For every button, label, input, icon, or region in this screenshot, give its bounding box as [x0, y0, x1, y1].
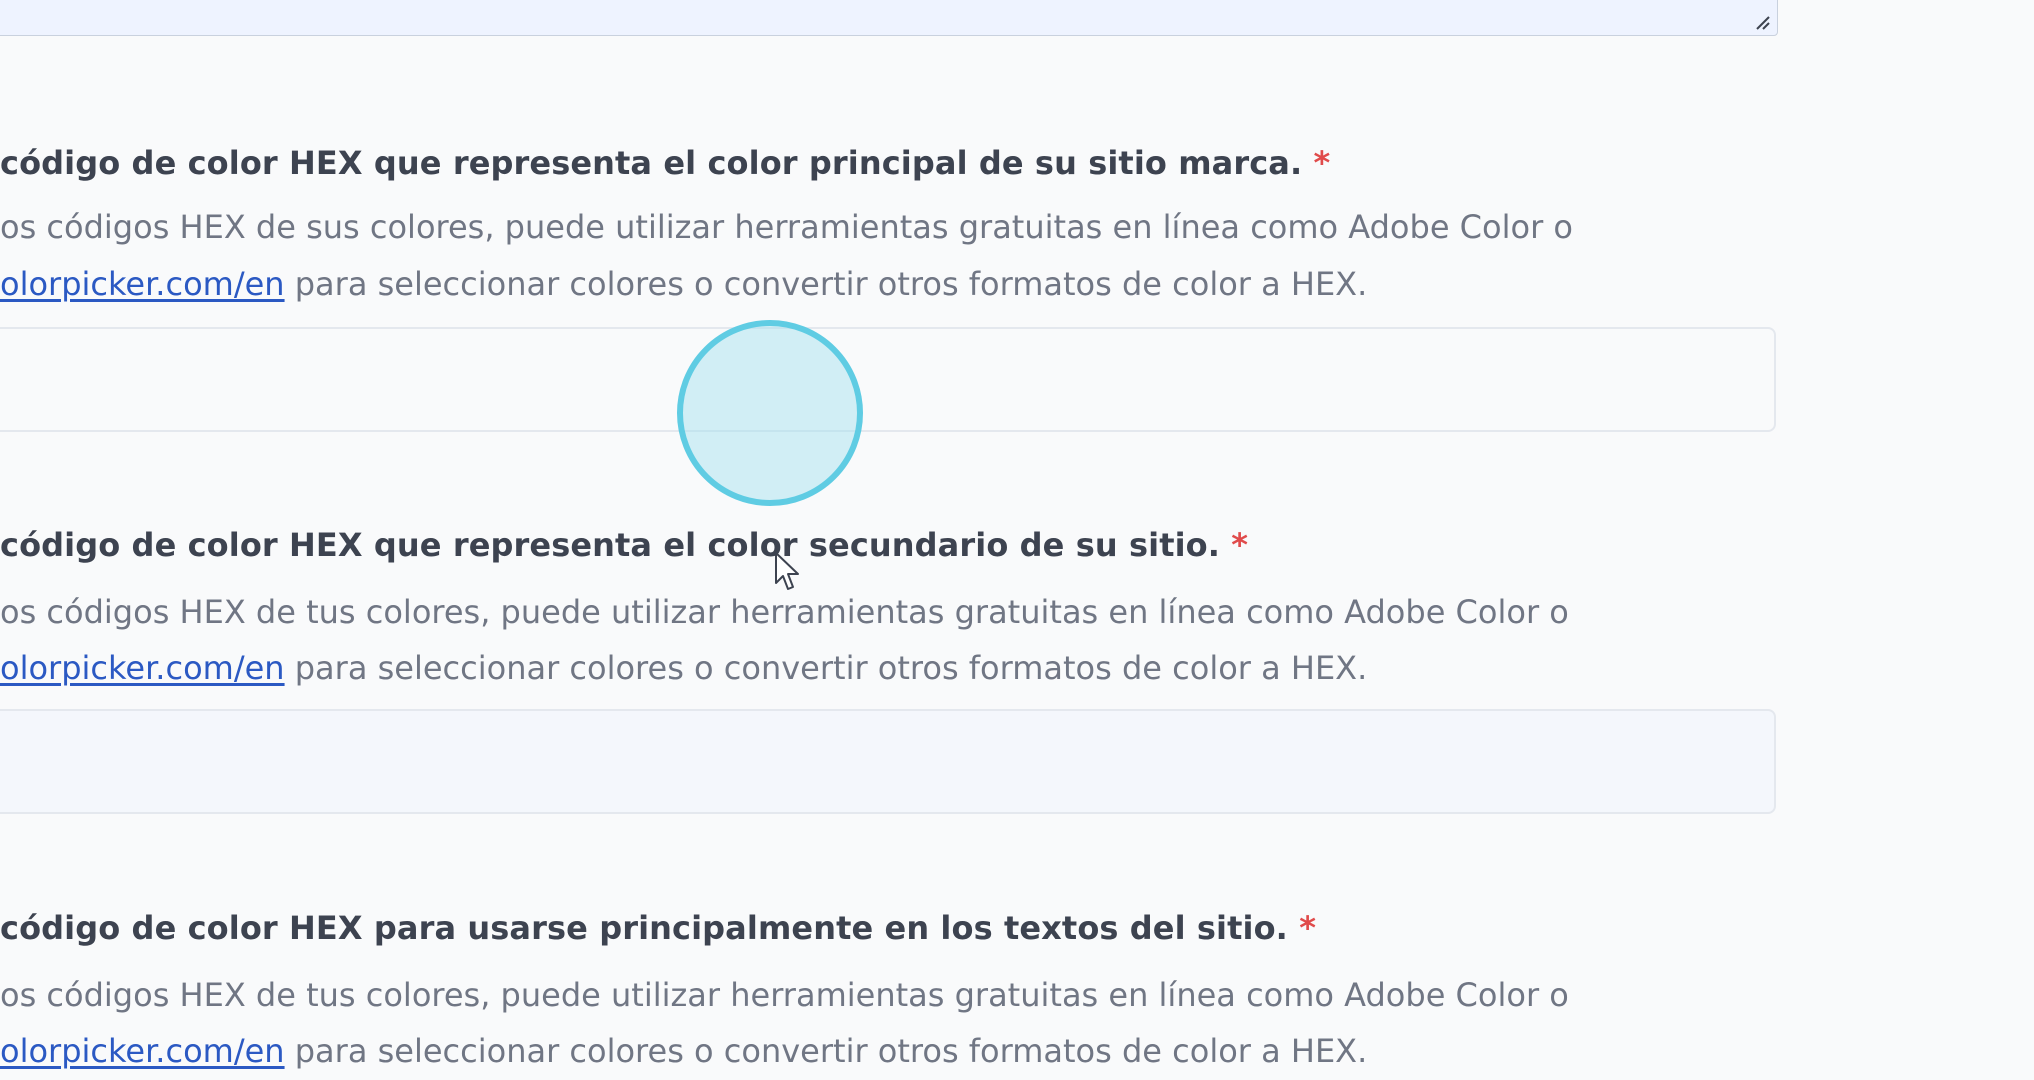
question-label: código de color HEX para usarse principa… [0, 909, 1316, 947]
question-label: código de color HEX que representa el co… [0, 144, 1330, 182]
helper-text-line2: olorpicker.com/en para seleccionar color… [0, 649, 1367, 687]
helper-text-line2: olorpicker.com/en para seleccionar color… [0, 265, 1367, 303]
question-text: código de color HEX para usarse principa… [0, 909, 1288, 947]
helper-text-rest: para seleccionar colores o convertir otr… [284, 265, 1368, 303]
click-indicator-icon [677, 320, 863, 506]
resize-grip-icon[interactable] [1753, 13, 1771, 31]
question-text: código de color HEX que representa el co… [0, 526, 1220, 564]
colorpicker-link[interactable]: olorpicker.com/en [0, 649, 285, 687]
form-page: código de color HEX que representa el co… [0, 0, 2034, 1080]
helper-text-rest: para seleccionar colores o convertir otr… [284, 1032, 1368, 1070]
helper-text-line2: olorpicker.com/en para seleccionar color… [0, 1032, 1367, 1070]
question-label: código de color HEX que representa el co… [0, 526, 1248, 564]
helper-text-rest: para seleccionar colores o convertir otr… [284, 649, 1368, 687]
required-mark: * [1313, 144, 1331, 182]
required-mark: * [1231, 526, 1249, 564]
mouse-pointer-icon [775, 552, 799, 590]
colorpicker-link[interactable]: olorpicker.com/en [0, 265, 285, 303]
helper-text-line1: os códigos HEX de sus colores, puede uti… [0, 208, 1573, 246]
required-mark: * [1299, 909, 1317, 947]
helper-text-line1: os códigos HEX de tus colores, puede uti… [0, 593, 1569, 631]
primary-color-input[interactable] [0, 327, 1776, 432]
question-text: código de color HEX que representa el co… [0, 144, 1303, 182]
secondary-color-input[interactable] [0, 709, 1776, 814]
previous-textarea[interactable] [0, 0, 1778, 36]
helper-text-line1: os códigos HEX de tus colores, puede uti… [0, 976, 1569, 1014]
colorpicker-link[interactable]: olorpicker.com/en [0, 1032, 285, 1070]
